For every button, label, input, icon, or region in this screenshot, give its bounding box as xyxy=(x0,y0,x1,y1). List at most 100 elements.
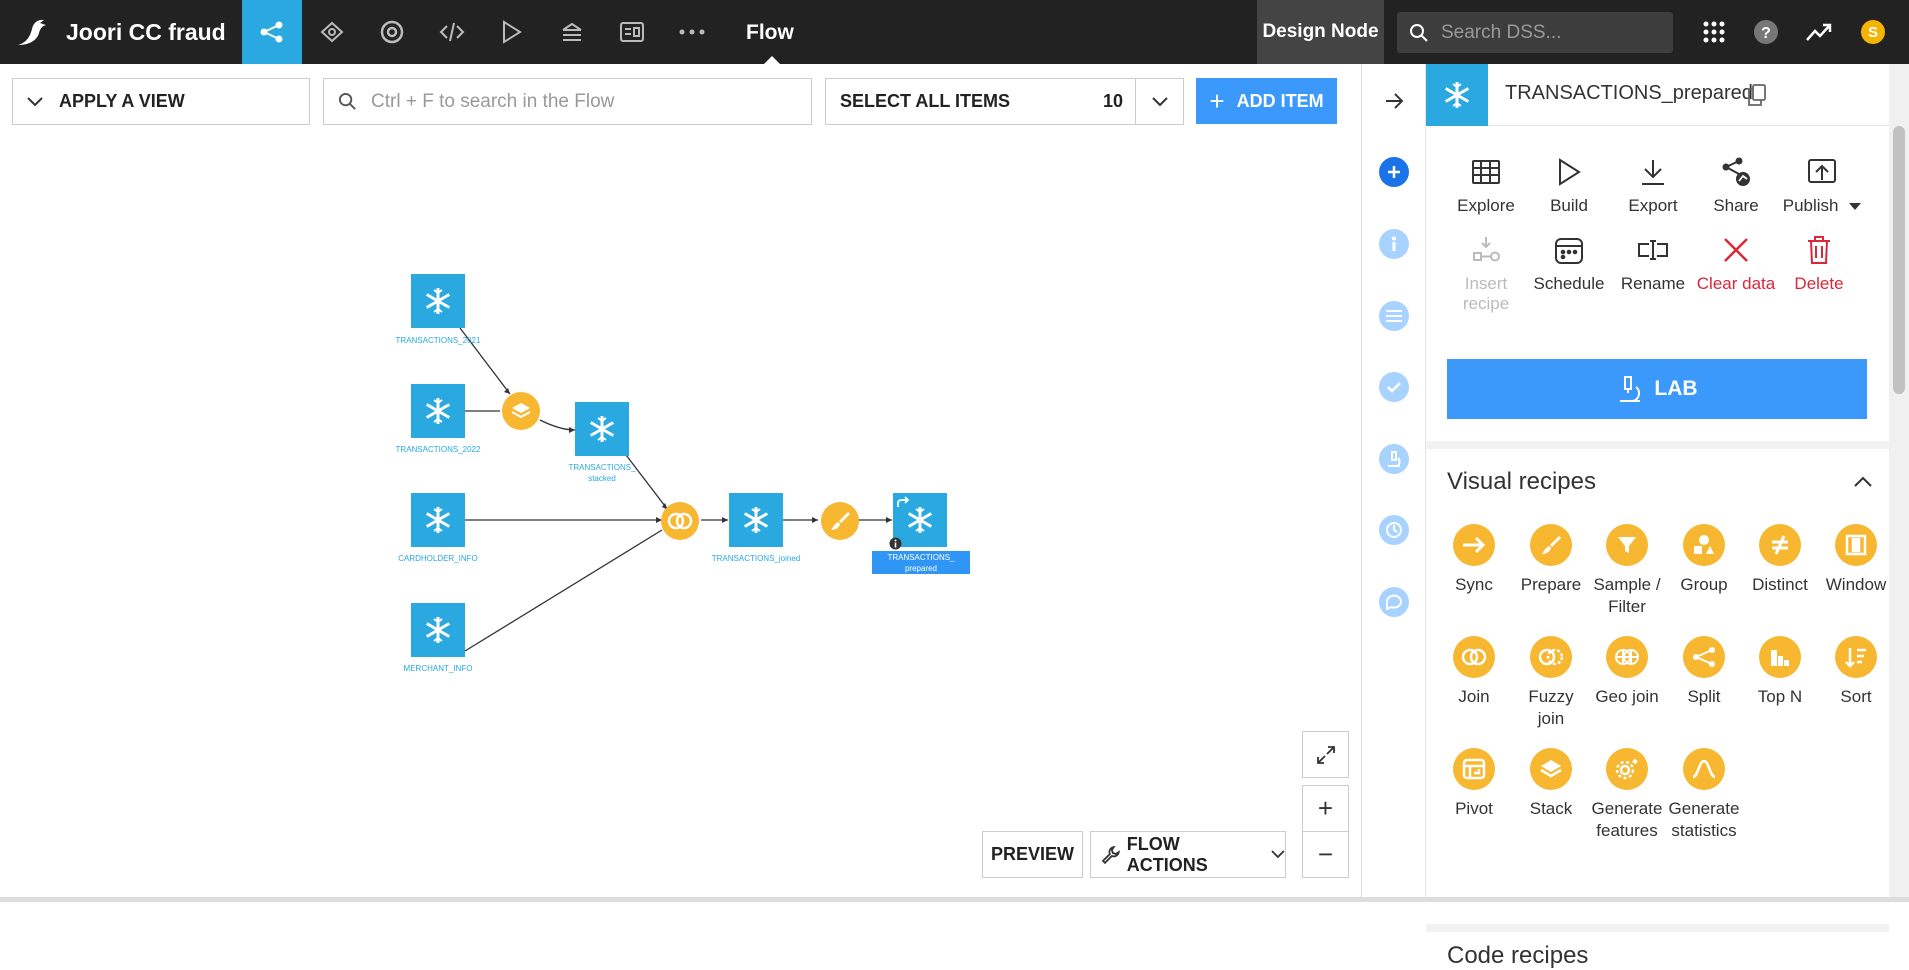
panel-header: TRANSACTIONS_prepared xyxy=(1426,64,1889,126)
clear-data-label: Clear data xyxy=(1696,274,1776,293)
zoom-out-button[interactable]: − xyxy=(1302,831,1349,878)
dataset-transactions-stacked[interactable] xyxy=(575,402,629,456)
sample-label-2: Filter xyxy=(1608,597,1646,616)
help-icon[interactable]: ? xyxy=(1752,18,1780,46)
panel-scrollbar[interactable] xyxy=(1889,64,1909,902)
pivot-recipe-button[interactable]: Pivot xyxy=(1432,748,1516,820)
geo-join-label: Geo join xyxy=(1595,687,1659,706)
filter-funnel-icon xyxy=(1618,537,1636,553)
group-recipe-button[interactable]: Group xyxy=(1662,524,1746,596)
timeline-clock-icon[interactable] xyxy=(1379,515,1409,545)
play-icon xyxy=(1559,158,1581,186)
add-plus-icon[interactable] xyxy=(1379,157,1409,187)
explore-button[interactable]: Explore xyxy=(1444,154,1528,216)
chevron-up-icon[interactable] xyxy=(1854,474,1872,492)
share-button[interactable]: Share xyxy=(1694,154,1778,216)
flow-canvas[interactable]: TRANSACTIONS_2021 TRANSACTIONS_2022 TRAN… xyxy=(0,0,1360,902)
expand-icon xyxy=(1316,745,1335,764)
lab-microscope-icon[interactable] xyxy=(1379,444,1409,474)
schedule-button[interactable]: Schedule xyxy=(1527,232,1611,294)
prepare-label: Prepare xyxy=(1520,575,1582,594)
zoom-in-button[interactable]: + xyxy=(1302,785,1349,832)
activity-trend-icon[interactable] xyxy=(1805,18,1833,46)
top-n-recipe-button[interactable]: Top N xyxy=(1738,636,1822,708)
generate-statistics-recipe-button[interactable]: Generate statistics xyxy=(1662,748,1746,842)
code-recipes-title: Code recipes xyxy=(1447,942,1589,969)
rename-button[interactable]: Rename xyxy=(1611,232,1695,294)
snowflake-icon xyxy=(589,416,615,442)
split-recipe-button[interactable]: Split xyxy=(1662,636,1746,708)
generate-features-recipe-button[interactable]: Generate features xyxy=(1585,748,1669,842)
genstat-label-2: statistics xyxy=(1671,821,1737,840)
stack-icon xyxy=(511,403,531,419)
geo-join-recipe-button[interactable]: Geo join xyxy=(1585,636,1669,708)
genstat-label-1: Generate xyxy=(1668,799,1740,818)
delete-button[interactable]: Delete xyxy=(1777,232,1861,294)
preview-button[interactable]: PREVIEW xyxy=(982,831,1083,878)
brush-icon xyxy=(831,512,850,530)
info-icon[interactable] xyxy=(1379,229,1409,259)
dataset-label-line: prepared xyxy=(904,564,938,573)
checks-icon[interactable] xyxy=(1379,372,1409,402)
join-recipe[interactable] xyxy=(661,502,699,540)
snowflake-icon xyxy=(425,288,451,314)
details-list-icon[interactable] xyxy=(1379,301,1409,331)
export-button[interactable]: Export xyxy=(1611,154,1695,216)
clear-data-button[interactable]: Clear data xyxy=(1694,232,1778,294)
dataset-label: CARDHOLDER_INFO xyxy=(398,554,478,563)
pivot-label: Pivot xyxy=(1455,799,1493,818)
collapse-panel-arrow-icon[interactable] xyxy=(1379,86,1409,116)
lab-button[interactable]: LAB xyxy=(1447,359,1867,419)
prepare-recipe-button[interactable]: Prepare xyxy=(1509,524,1593,596)
build-label: Build xyxy=(1550,196,1588,215)
dataset-transactions-joined[interactable] xyxy=(729,493,783,547)
right-details-panel: TRANSACTIONS_prepared Explore Build Expo… xyxy=(1426,64,1889,969)
distinct-label: Distinct xyxy=(1752,575,1808,594)
insert-recipe-button[interactable]: Insert recipe xyxy=(1444,232,1528,314)
rename-cursor-icon xyxy=(1638,240,1668,260)
not-equal-icon xyxy=(1772,535,1788,555)
scrollbar-thumb[interactable] xyxy=(1893,126,1905,394)
fuzzy-join-recipe-button[interactable]: Fuzzy join xyxy=(1509,636,1593,730)
join-recipe-button[interactable]: Join xyxy=(1432,636,1516,708)
dataset-label: TRANSACTIONS_2022 xyxy=(395,445,481,454)
panel-title: TRANSACTIONS_prepared xyxy=(1505,82,1753,104)
download-icon xyxy=(1642,160,1664,185)
side-icon-rail xyxy=(1361,64,1426,902)
publish-button[interactable]: Publish xyxy=(1777,154,1867,216)
stack-recipe[interactable] xyxy=(502,392,540,430)
fit-screen-button[interactable] xyxy=(1302,731,1349,778)
dataset-merchant-info[interactable] xyxy=(411,603,465,657)
top-n-label: Top N xyxy=(1757,687,1803,706)
sort-recipe-button[interactable]: Sort xyxy=(1814,636,1898,708)
build-button[interactable]: Build xyxy=(1527,154,1611,216)
info-icon[interactable] xyxy=(889,537,902,550)
global-search-input[interactable]: Search DSS... xyxy=(1397,12,1673,53)
section-divider xyxy=(1426,441,1889,449)
copy-icon[interactable] xyxy=(1748,84,1766,111)
discussions-icon[interactable] xyxy=(1379,587,1409,617)
sample-filter-recipe-button[interactable]: Sample / Filter xyxy=(1585,524,1669,618)
stack-recipe-button[interactable]: Stack xyxy=(1509,748,1593,820)
sync-recipe-button[interactable]: Sync xyxy=(1432,524,1516,596)
window-label: Window xyxy=(1825,575,1887,594)
dataset-cardholder-info[interactable] xyxy=(411,493,465,547)
flow-actions-button[interactable]: FLOW ACTIONS xyxy=(1090,831,1286,878)
apps-grid-icon[interactable] xyxy=(1700,18,1728,46)
global-search-placeholder: Search DSS... xyxy=(1441,21,1562,43)
group-shapes-icon xyxy=(1694,535,1714,554)
dataset-transactions-2021[interactable] xyxy=(411,274,465,328)
explore-label: Explore xyxy=(1457,196,1515,215)
split-label: Split xyxy=(1687,687,1721,706)
trash-icon xyxy=(1808,236,1830,264)
user-avatar[interactable]: S xyxy=(1859,18,1887,46)
pivot-icon xyxy=(1462,758,1486,780)
prepare-recipe[interactable] xyxy=(821,502,859,540)
distinct-recipe-button[interactable]: Distinct xyxy=(1738,524,1822,596)
genfeat-label-1: Generate xyxy=(1591,799,1663,818)
dataset-label: TRANSACTIONS_ stacked xyxy=(542,462,662,484)
brush-icon xyxy=(1542,536,1561,554)
dataset-transactions-2022[interactable] xyxy=(411,384,465,438)
group-label: Group xyxy=(1680,575,1728,594)
window-recipe-button[interactable]: Window xyxy=(1814,524,1898,596)
